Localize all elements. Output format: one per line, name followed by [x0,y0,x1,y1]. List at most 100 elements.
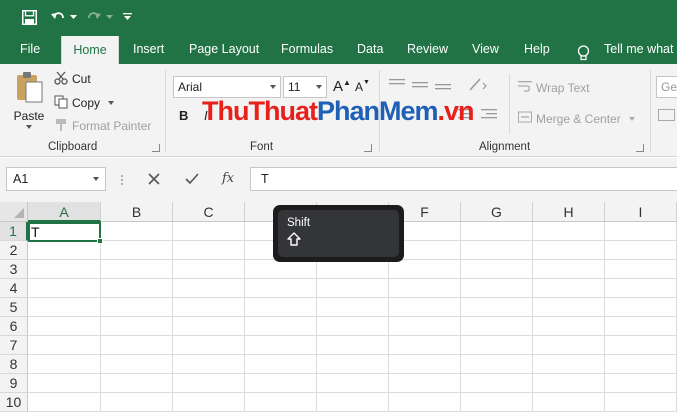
redo-icon[interactable] [84,0,104,34]
paintbrush-icon [54,118,68,135]
grow-font-label: A [333,78,344,95]
tab-home[interactable]: Home [61,36,119,64]
active-cell-a1[interactable]: T [28,222,101,242]
font-name-select[interactable]: Arial [173,76,281,98]
cancel-icon[interactable] [148,173,160,188]
orientation-icon[interactable] [468,76,488,92]
row-header-4[interactable]: 4 [0,279,28,298]
shift-arrow-icon [287,232,301,249]
grid-line [28,316,677,317]
shrink-font-label: A [355,80,364,94]
cut-label: Cut [72,72,91,86]
format-painter-button[interactable]: Format Painter [54,117,151,135]
select-all-button[interactable] [0,202,28,222]
grid-line [28,278,677,279]
font-size-select[interactable]: 11 [283,76,327,98]
enter-check-icon[interactable] [185,173,199,188]
currency-icon[interactable] [658,108,676,122]
group-divider [509,74,510,134]
tab-view[interactable]: View [472,34,499,64]
merge-center-button[interactable]: Merge & Center [518,110,635,127]
grid-line [28,297,677,298]
row-header-8[interactable]: 8 [0,355,28,374]
save-icon[interactable] [18,0,40,34]
column-header-b[interactable]: B [101,202,173,222]
watermark-part1: ThuThuat [202,96,318,126]
column-header-i[interactable]: I [605,202,677,222]
row-header-10[interactable]: 10 [0,393,28,412]
lightbulb-icon[interactable] [577,42,590,61]
chevron-down-icon [316,85,322,89]
scissors-icon [54,71,68,88]
row-header-9[interactable]: 9 [0,374,28,393]
clipboard-launcher-icon[interactable] [152,144,160,152]
align-middle-icon[interactable] [412,78,428,90]
redo-dropdown-icon[interactable] [104,0,114,34]
tab-page-layout[interactable]: Page Layout [189,34,259,64]
increase-font-size-button[interactable]: A ▲ [333,78,351,95]
shift-key-label: Shift [287,217,311,229]
fill-handle[interactable] [97,238,103,244]
tab-help[interactable]: Help [524,34,550,64]
alignment-group-label: Alignment [479,141,531,153]
grid-line [244,222,245,412]
row-header-2[interactable]: 2 [0,241,28,260]
grid-line [172,222,173,412]
column-header-g[interactable]: G [461,202,533,222]
wrap-text-icon [518,79,532,96]
format-painter-label: Format Painter [72,119,152,133]
decrease-font-size-button[interactable]: A ▼ [355,79,370,94]
grid-line [604,222,605,412]
tab-data[interactable]: Data [357,34,383,64]
row-header-7[interactable]: 7 [0,336,28,355]
customize-qat-icon[interactable] [120,0,134,34]
select-all-triangle-icon [14,208,24,218]
grid-line [532,222,533,412]
tab-formulas[interactable]: Formulas [281,34,333,64]
column-header-h[interactable]: H [533,202,605,222]
grid-line [28,354,677,355]
column-header-a[interactable]: A [28,202,101,222]
chevron-down-icon [26,125,32,129]
tab-insert[interactable]: Insert [133,34,164,64]
font-launcher-icon[interactable] [364,144,372,152]
align-bottom-icon[interactable] [435,78,451,90]
name-box[interactable]: A1 [6,167,106,191]
indent-icon[interactable] [481,108,497,122]
watermark-part2: PhanMem [316,96,439,126]
formula-input[interactable]: T [250,167,677,191]
align-top-icon[interactable] [389,78,405,90]
tell-me-search[interactable]: Tell me what y [604,34,677,64]
chevron-down-icon [270,85,276,89]
insert-function-button[interactable]: fx [222,171,234,186]
row-header-6[interactable]: 6 [0,317,28,336]
undo-dropdown-icon[interactable] [68,0,78,34]
font-size-value: 11 [288,80,301,94]
caret-down-icon: ▼ [363,79,370,86]
row-header-1[interactable]: 1 [0,222,28,241]
tab-file[interactable]: File [20,34,40,64]
watermark-logo: ThuThuatPhanMem.vn [202,96,475,127]
column-header-c[interactable]: C [173,202,245,222]
number-format-select[interactable]: Gen [656,76,677,98]
row-header-3[interactable]: 3 [0,260,28,279]
bold-button[interactable]: B [179,108,188,123]
undo-icon[interactable] [48,0,68,34]
grid-line [28,373,677,374]
grid-line [28,335,677,336]
tab-review[interactable]: Review [407,34,448,64]
title-bar [0,0,677,34]
chevron-down-icon [93,177,99,181]
paste-icon [14,70,44,107]
grid-line [28,392,677,393]
alignment-launcher-icon[interactable] [636,144,644,152]
row-header-5[interactable]: 5 [0,298,28,317]
chevron-down-icon [108,101,115,105]
shift-key-overlay: Shift [273,205,404,262]
wrap-text-button[interactable]: Wrap Text [518,79,590,96]
copy-button[interactable]: Copy [54,94,115,112]
paste-label: Paste [13,109,45,123]
cut-button[interactable]: Cut [54,70,91,88]
cell-a1-value: T [31,224,40,240]
paste-button[interactable]: Paste [12,70,46,138]
